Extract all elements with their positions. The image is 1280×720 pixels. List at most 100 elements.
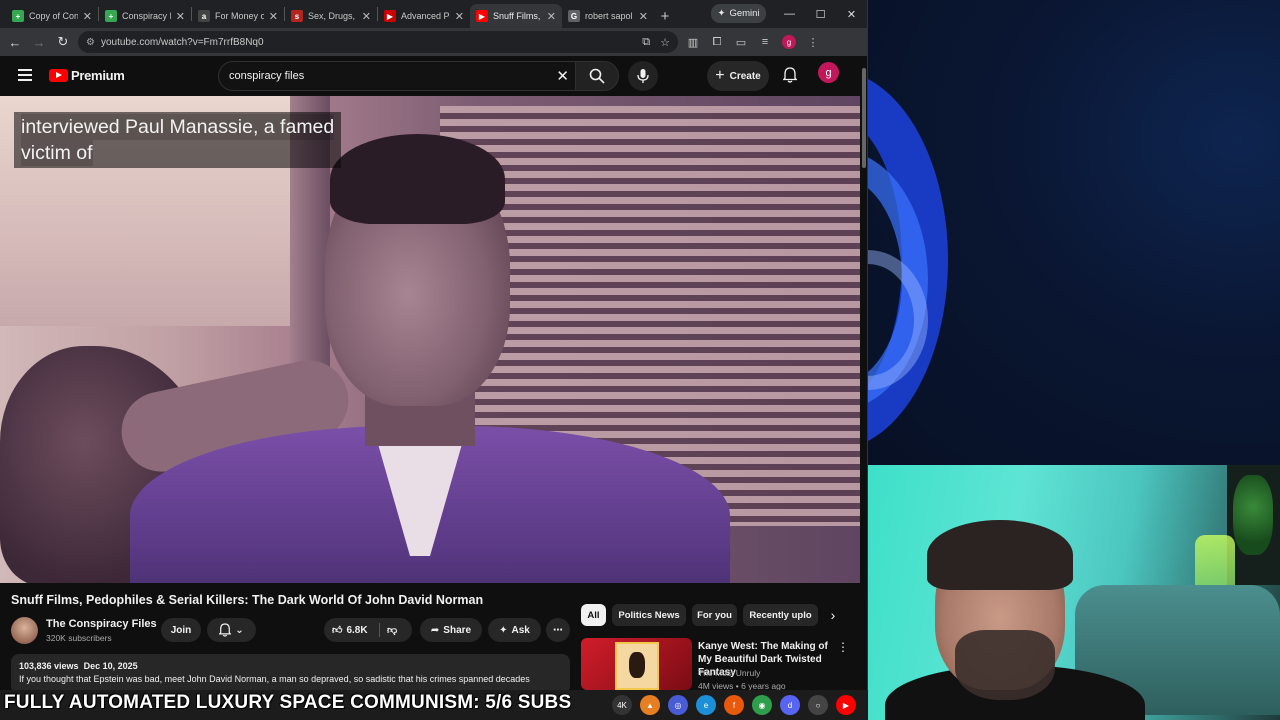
maximize-icon[interactable]: ☐: [805, 0, 836, 28]
recommended-video-channel[interactable]: The Most Unruly: [698, 668, 760, 678]
thumbs-down-icon[interactable]: 👎︎: [387, 624, 397, 636]
page-scrollbar[interactable]: [860, 58, 867, 690]
close-tab-icon[interactable]: ✕: [455, 10, 464, 23]
edge-icon[interactable]: e: [696, 695, 716, 715]
search-input[interactable]: conspiracy files ✕: [218, 61, 576, 91]
chip-all[interactable]: All: [581, 604, 606, 626]
logo-word: Premium: [71, 68, 125, 83]
close-tab-icon[interactable]: ✕: [176, 10, 185, 23]
4k-icon[interactable]: 4K: [612, 695, 632, 715]
vlc-icon[interactable]: ▲: [640, 695, 660, 715]
browser-tab[interactable]: s Sex, Drugs, I ✕: [285, 4, 377, 28]
share-label: Share: [443, 624, 472, 636]
closed-caption: interviewed Paul Manassie, a famed victi…: [14, 112, 342, 168]
webcam-feed: [865, 465, 1280, 720]
caption-line: victim of: [21, 140, 93, 166]
tab-title: Sex, Drugs, I: [308, 11, 357, 21]
bookmark-star-icon[interactable]: ☆: [660, 36, 670, 49]
join-button[interactable]: Join: [161, 618, 201, 642]
voice-search-button[interactable]: [628, 61, 658, 91]
channel-name[interactable]: The Conspiracy Files: [46, 618, 157, 630]
more-options-icon[interactable]: ⋮: [837, 640, 849, 654]
like-divider: [379, 623, 380, 637]
close-tab-icon[interactable]: ✕: [83, 10, 92, 23]
minimize-icon[interactable]: —: [774, 0, 805, 28]
close-tab-icon[interactable]: ✕: [547, 10, 556, 23]
search-text: conspiracy files: [229, 70, 305, 82]
close-window-icon[interactable]: ✕: [836, 0, 867, 28]
search-button[interactable]: [575, 61, 619, 91]
close-tab-icon[interactable]: ✕: [269, 10, 278, 23]
site-info-icon[interactable]: ⚙: [86, 37, 95, 48]
browser-tab[interactable]: a For Money o ✕: [192, 4, 284, 28]
gemini-button[interactable]: ✦ Gemini: [711, 4, 766, 23]
scribd-icon: s: [291, 10, 303, 22]
bell-icon: [219, 623, 232, 637]
chip-politics-news[interactable]: Politics News: [612, 604, 686, 626]
tab-title: robert sapol: [585, 11, 633, 21]
video-player[interactable]: interviewed Paul Manassie, a famed victi…: [0, 96, 860, 583]
close-tab-icon[interactable]: ✕: [639, 10, 648, 23]
like-button[interactable]: 👍︎ 6.8K 👎︎: [324, 618, 412, 642]
browser-tab[interactable]: + Copy of Con ✕: [6, 4, 98, 28]
chip-for-you[interactable]: For you: [692, 604, 737, 626]
browser-tab[interactable]: ▶ Advanced Pa ✕: [378, 4, 470, 28]
scrollbar-thumb[interactable]: [862, 68, 866, 168]
youtube-studio-icon: ▶: [384, 10, 396, 22]
url-field[interactable]: ⚙ youtube.com/watch?v=Fm7rrfB8Nq0 ⧉ ☆: [78, 31, 678, 53]
sheets-icon: +: [105, 10, 117, 22]
tab-title: Copy of Con: [29, 11, 78, 21]
app-icon[interactable]: ◎: [668, 695, 688, 715]
browser-menu-icon[interactable]: ⋮: [804, 33, 822, 51]
ask-button[interactable]: ✦ Ask: [488, 618, 541, 642]
description-box[interactable]: 103,836 views Dec 10, 2025 If you though…: [11, 654, 570, 690]
install-app-icon[interactable]: ⧉: [642, 36, 650, 49]
clear-search-icon[interactable]: ✕: [556, 67, 569, 85]
chevron-right-icon[interactable]: ›: [824, 606, 842, 624]
browser-tab[interactable]: + Conspiracy I ✕: [99, 4, 191, 28]
profile-avatar[interactable]: g: [780, 33, 798, 51]
extensions-icon[interactable]: ⧠: [708, 33, 726, 51]
obs-icon[interactable]: ○: [808, 695, 828, 715]
sparkle-icon: ✦: [499, 624, 508, 636]
firefox-icon[interactable]: f: [724, 695, 744, 715]
youtube-header: Premium conspiracy files ✕ + Create g: [0, 56, 867, 96]
forward-icon[interactable]: →: [30, 33, 48, 51]
youtube-logo[interactable]: Premium: [49, 68, 125, 83]
thumbnail-art: [615, 642, 659, 690]
channel-avatar[interactable]: [11, 617, 38, 644]
chrome-icon[interactable]: ◉: [752, 695, 772, 715]
create-label: Create: [729, 70, 761, 82]
notifications-button[interactable]: [779, 64, 801, 86]
video-frame-hair: [330, 134, 505, 224]
browser-tab-active[interactable]: ▶ Snuff Films, ✕: [470, 4, 562, 28]
youtube-icon[interactable]: ▶: [836, 695, 856, 715]
subscription-bell-button[interactable]: ⌄: [207, 618, 256, 642]
sidebar-icon[interactable]: ▥: [684, 33, 702, 51]
youtube-play-logo-icon: [49, 69, 68, 82]
back-icon[interactable]: ←: [6, 33, 24, 51]
tab-title: Advanced Pa: [401, 11, 450, 21]
create-button[interactable]: + Create: [707, 61, 769, 91]
stream-overlay-text: FULLY AUTOMATED LUXURY SPACE COMMUNISM: …: [4, 692, 572, 713]
new-tab-button[interactable]: +: [654, 4, 676, 28]
close-tab-icon[interactable]: ✕: [362, 10, 371, 23]
url-text: youtube.com/watch?v=Fm7rrfB8Nq0: [100, 36, 264, 48]
account-avatar[interactable]: g: [818, 62, 839, 83]
cast-icon[interactable]: ▭: [732, 33, 750, 51]
tab-strip: + Copy of Con ✕ + Conspiracy I ✕ a For M…: [0, 0, 867, 28]
reload-icon[interactable]: ↻: [54, 33, 72, 51]
discord-icon[interactable]: d: [780, 695, 800, 715]
desktop-wallpaper: [868, 0, 1280, 465]
recommended-video-thumbnail[interactable]: [581, 638, 692, 690]
menu-icon[interactable]: [18, 69, 32, 81]
chip-recently-uploaded[interactable]: Recently uplo: [743, 604, 818, 626]
thumbs-up-icon: 👍︎: [332, 625, 343, 636]
share-button[interactable]: ➦ Share: [420, 618, 482, 642]
more-actions-icon[interactable]: ⋯: [546, 618, 570, 642]
reading-list-icon[interactable]: ≡: [756, 33, 774, 51]
gemini-label: Gemini: [729, 8, 760, 19]
view-count: 103,836 views: [19, 661, 79, 671]
browser-tab[interactable]: G robert sapol ✕: [562, 4, 654, 28]
description-meta: 103,836 views Dec 10, 2025: [19, 660, 562, 673]
